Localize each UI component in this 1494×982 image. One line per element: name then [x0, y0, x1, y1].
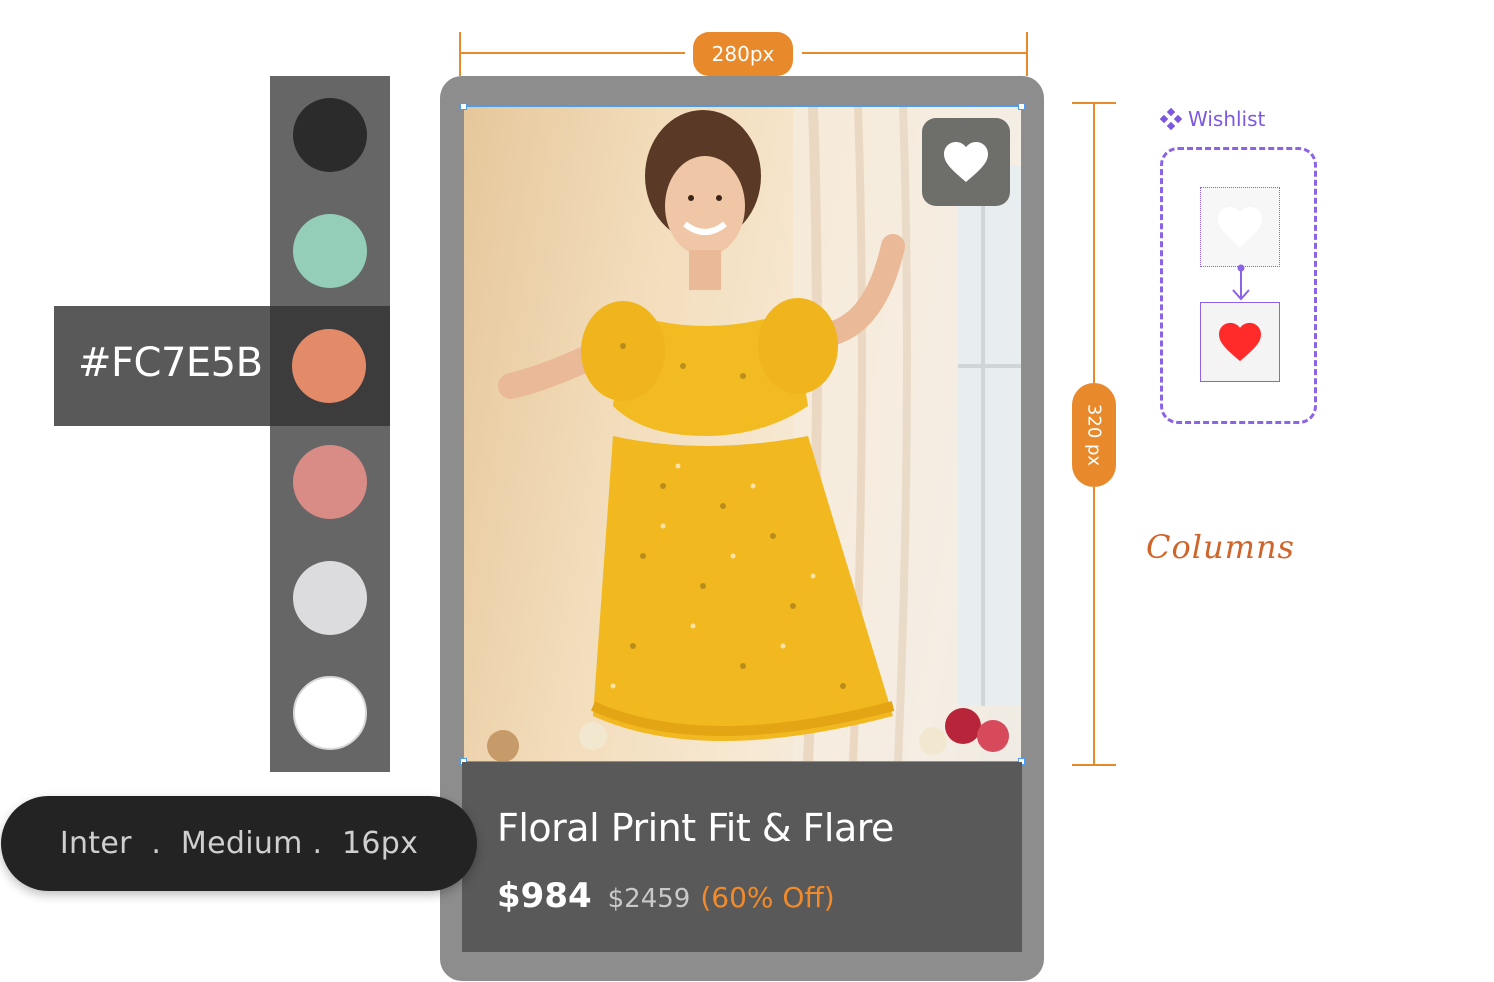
wishlist-button[interactable]: [922, 118, 1010, 206]
width-dim-line-right: [802, 52, 1028, 54]
product-title[interactable]: Floral Print Fit & Flare: [497, 806, 894, 850]
price-row: $984 $2459 (60% Off): [497, 876, 835, 916]
swatch-coral[interactable]: [292, 329, 366, 403]
width-dim-right-tick: [1026, 32, 1028, 76]
swatch-light-gray[interactable]: [293, 561, 367, 635]
selection-handle-tr[interactable]: [1018, 103, 1025, 110]
typography-spec-pill: Inter . Medium . 16px: [1, 796, 477, 891]
height-dim-line-bottom: [1093, 487, 1095, 765]
price-current: $984: [497, 876, 592, 916]
wishlist-variant-active[interactable]: [1200, 302, 1280, 382]
component-icon: [1160, 108, 1182, 130]
width-dim-label: 280px: [693, 32, 793, 76]
selected-hex-value: #FC7E5B: [78, 340, 263, 386]
typography-spec-text: Inter . Medium . 16px: [59, 826, 419, 861]
height-dim-line-top: [1093, 102, 1095, 383]
width-dim-line-left: [459, 52, 685, 54]
wishlist-variant-default[interactable]: [1200, 187, 1280, 267]
swatch-mint[interactable]: [293, 214, 367, 288]
wishlist-component-label[interactable]: Wishlist: [1160, 107, 1265, 131]
height-dim-label: 320 px: [1083, 403, 1105, 467]
variant-transition-arrow: [1232, 264, 1250, 301]
product-info-panel: [462, 762, 1022, 952]
width-dim-left-tick: [459, 32, 461, 76]
swatch-dark[interactable]: [293, 98, 367, 172]
wishlist-component-name: Wishlist: [1188, 107, 1266, 131]
discount-label: (60% Off): [700, 881, 835, 914]
height-dim-label-pill: 320 px: [1072, 383, 1116, 487]
swatch-rose[interactable]: [293, 445, 367, 519]
heart-icon: [944, 142, 988, 182]
heart-outline-icon: [1218, 207, 1262, 247]
selection-handle-tl[interactable]: [460, 103, 467, 110]
handwritten-columns-note: Columns: [1146, 528, 1295, 566]
heart-filled-icon: [1219, 322, 1261, 362]
price-original: $2459: [607, 884, 691, 914]
swatch-white[interactable]: [293, 676, 367, 750]
